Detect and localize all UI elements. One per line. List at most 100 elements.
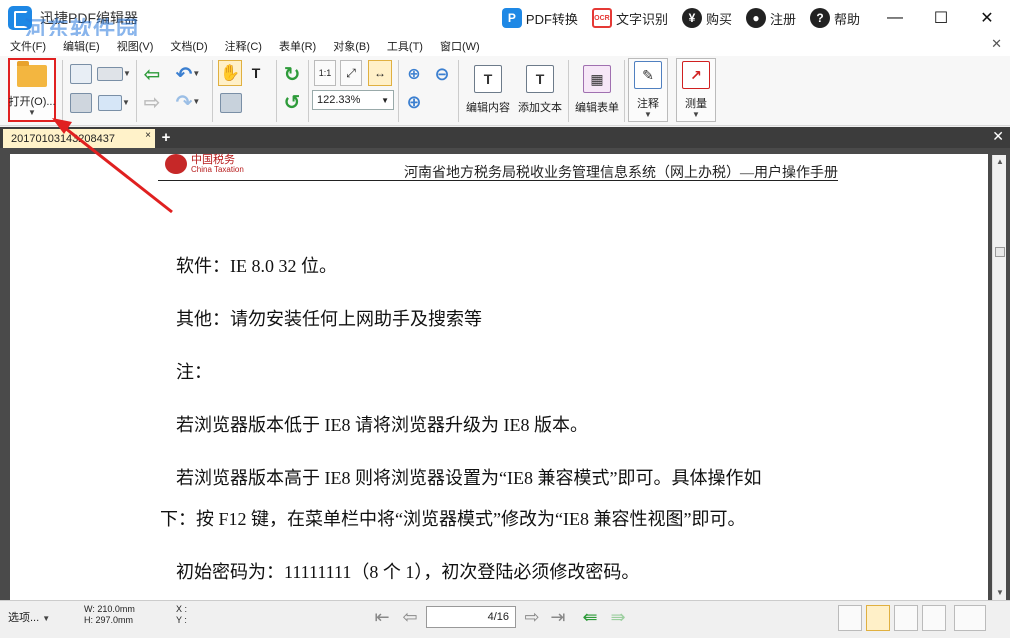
buy-button[interactable]: ¥ 购买 bbox=[681, 8, 732, 28]
document-viewport[interactable]: 中国税务 China Taxation 河南省地方税务局税收业务管理信息系统（网… bbox=[0, 148, 1010, 600]
pdf-convert-button[interactable]: P PDF转换 bbox=[501, 8, 578, 28]
register-button[interactable]: ● 注册 bbox=[745, 8, 796, 28]
pdf-convert-label: PDF转换 bbox=[525, 11, 578, 27]
open-button[interactable]: 打开(O)... ▼ bbox=[8, 58, 56, 122]
rotate-ccw-button[interactable]: ↺ bbox=[280, 90, 304, 114]
user-icon: ● bbox=[745, 8, 766, 28]
vertical-scrollbar[interactable]: ▲ ▼ bbox=[992, 155, 1006, 600]
scroll-thumb[interactable] bbox=[995, 247, 1005, 257]
continuous-view-button[interactable] bbox=[866, 605, 890, 631]
arrow-right-icon: ⇨ bbox=[143, 91, 161, 114]
menu-form[interactable]: 表单(R) bbox=[279, 38, 316, 54]
back-button[interactable]: ⇦ bbox=[140, 62, 164, 86]
document-tab[interactable]: 20170103143208437 × bbox=[3, 129, 155, 148]
edit-content-label: 编辑内容 bbox=[466, 102, 510, 114]
chevron-down-icon: ▼ bbox=[28, 108, 36, 117]
open-label: 打开(O)... bbox=[8, 96, 56, 108]
maximize-button[interactable]: ☐ bbox=[918, 0, 964, 36]
page-number-input[interactable]: 4/16 bbox=[426, 606, 516, 628]
new-tab-button[interactable]: + bbox=[158, 128, 174, 147]
close-all-tabs-button[interactable]: ✕ bbox=[992, 128, 1004, 145]
register-label: 注册 bbox=[769, 11, 796, 27]
header-rule bbox=[158, 180, 838, 181]
marquee-zoom-button[interactable]: ⊕ bbox=[402, 62, 426, 86]
last-page-button[interactable]: ⇥ bbox=[546, 605, 570, 629]
prev-view-icon: ⇚ bbox=[582, 606, 598, 627]
save-button[interactable] bbox=[68, 62, 94, 86]
tax-seal-icon bbox=[165, 154, 187, 174]
app-title: 迅捷PDF编辑器 bbox=[40, 10, 138, 26]
paragraph: 其他：请勿安装任何上网助手及搜索等 bbox=[176, 309, 482, 329]
snapshot-button[interactable] bbox=[218, 90, 244, 116]
zoom-out-button[interactable]: ⊖ bbox=[430, 62, 454, 86]
menu-object[interactable]: 对象(B) bbox=[333, 38, 370, 54]
title-bar: 迅捷PDF编辑器 P PDF转换 OCR 文字识别 ¥ 购买 ● 注册 ? 帮助… bbox=[0, 0, 1010, 36]
zoom-out-icon: ⊖ bbox=[434, 63, 450, 84]
text-select-icon: T bbox=[251, 65, 261, 81]
edit-form-button[interactable]: ▦ 编辑表单 bbox=[572, 60, 622, 120]
ocr-button[interactable]: OCR 文字识别 bbox=[591, 8, 668, 28]
options-dropdown[interactable]: 选项... ▼ bbox=[8, 609, 50, 625]
fit-page-button[interactable]: ⤢ bbox=[340, 60, 362, 86]
menu-document[interactable]: 文档(D) bbox=[170, 38, 207, 54]
email-button[interactable]: ▼ bbox=[96, 90, 132, 116]
scroll-down-icon[interactable]: ▼ bbox=[993, 586, 1007, 600]
menu-view[interactable]: 视图(V) bbox=[117, 38, 154, 54]
window-controls: — ☐ ✕ bbox=[872, 0, 1010, 36]
prev-page-button[interactable]: ⇦ bbox=[398, 605, 422, 629]
annotate-button[interactable]: ✎ 注释 ▼ bbox=[628, 58, 668, 122]
menu-tools[interactable]: 工具(T) bbox=[387, 38, 423, 54]
buy-label: 购买 bbox=[705, 11, 732, 27]
continuous-facing-view-button[interactable] bbox=[922, 605, 946, 631]
minimize-button[interactable]: — bbox=[872, 0, 918, 36]
close-window-button[interactable]: ✕ bbox=[964, 0, 1010, 36]
facing-view-button[interactable] bbox=[894, 605, 918, 631]
next-page-button[interactable]: ⇨ bbox=[520, 605, 544, 629]
fit-width-button[interactable]: ↔ bbox=[368, 60, 392, 86]
title-actions: P PDF转换 OCR 文字识别 ¥ 购买 ● 注册 ? 帮助 bbox=[501, 0, 860, 36]
next-page-icon: ⇨ bbox=[524, 606, 540, 627]
ocr-label: 文字识别 bbox=[615, 11, 668, 27]
ocr-icon: OCR bbox=[591, 8, 612, 28]
actual-size-button[interactable]: 1:1 bbox=[314, 60, 336, 86]
scan-button[interactable]: ▼ bbox=[96, 62, 132, 86]
measure-button[interactable]: ↗ 测量 ▼ bbox=[676, 58, 716, 122]
edit-content-button[interactable]: T 编辑内容 bbox=[462, 60, 514, 120]
help-label: 帮助 bbox=[833, 11, 860, 27]
hand-tool-button[interactable]: ✋ bbox=[218, 60, 242, 86]
first-page-button[interactable]: ⇤ bbox=[370, 605, 394, 629]
chevron-down-icon: ▼ bbox=[381, 95, 389, 105]
pdf-page[interactable]: 中国税务 China Taxation 河南省地方税务局税收业务管理信息系统（网… bbox=[10, 154, 988, 600]
add-text-button[interactable]: T 添加文本 bbox=[514, 60, 566, 120]
redo-button[interactable]: ↷ ▼ bbox=[168, 90, 208, 114]
paragraph: 注： bbox=[176, 362, 212, 382]
menu-comment[interactable]: 注释(C) bbox=[225, 38, 262, 54]
prev-view-button[interactable]: ⇚ bbox=[578, 605, 602, 629]
paragraph: 初始密码为：11111111（8 个 1），初次登陆必须修改密码。 bbox=[176, 562, 640, 582]
rotate-cw-icon: ↻ bbox=[283, 63, 301, 86]
next-view-icon: ⇛ bbox=[610, 606, 626, 627]
menu-close-icon[interactable]: ✕ bbox=[991, 36, 1002, 52]
menu-window[interactable]: 窗口(W) bbox=[440, 38, 480, 54]
rotate-cw-button[interactable]: ↻ bbox=[280, 62, 304, 86]
select-text-button[interactable]: T bbox=[244, 60, 268, 86]
page-height: H: 297.0mm bbox=[84, 615, 134, 625]
add-text-icon: T bbox=[526, 65, 554, 93]
menu-edit[interactable]: 编辑(E) bbox=[63, 38, 100, 54]
print-button[interactable] bbox=[68, 90, 94, 116]
close-tab-icon[interactable]: × bbox=[145, 130, 151, 141]
measure-icon: ↗ bbox=[682, 61, 710, 89]
help-button[interactable]: ? 帮助 bbox=[809, 8, 860, 28]
undo-button[interactable]: ↶ ▼ bbox=[168, 62, 208, 86]
single-page-view-button[interactable] bbox=[838, 605, 862, 631]
zoom-select[interactable]: 122.33% ▼ bbox=[312, 90, 394, 110]
menu-file[interactable]: 文件(F) bbox=[10, 38, 46, 54]
forward-button[interactable]: ⇨ bbox=[140, 90, 164, 114]
fullscreen-view-button[interactable] bbox=[954, 605, 986, 631]
annotate-label: 注释 bbox=[637, 98, 659, 110]
annotate-icon: ✎ bbox=[634, 61, 662, 89]
zoom-in-button[interactable]: ⊕ bbox=[402, 90, 426, 114]
status-bar: 选项... ▼ W: 210.0mm H: 297.0mm X : Y : ⇤ … bbox=[0, 600, 1010, 638]
scroll-up-icon[interactable]: ▲ bbox=[993, 155, 1007, 169]
next-view-button[interactable]: ⇛ bbox=[606, 605, 630, 629]
